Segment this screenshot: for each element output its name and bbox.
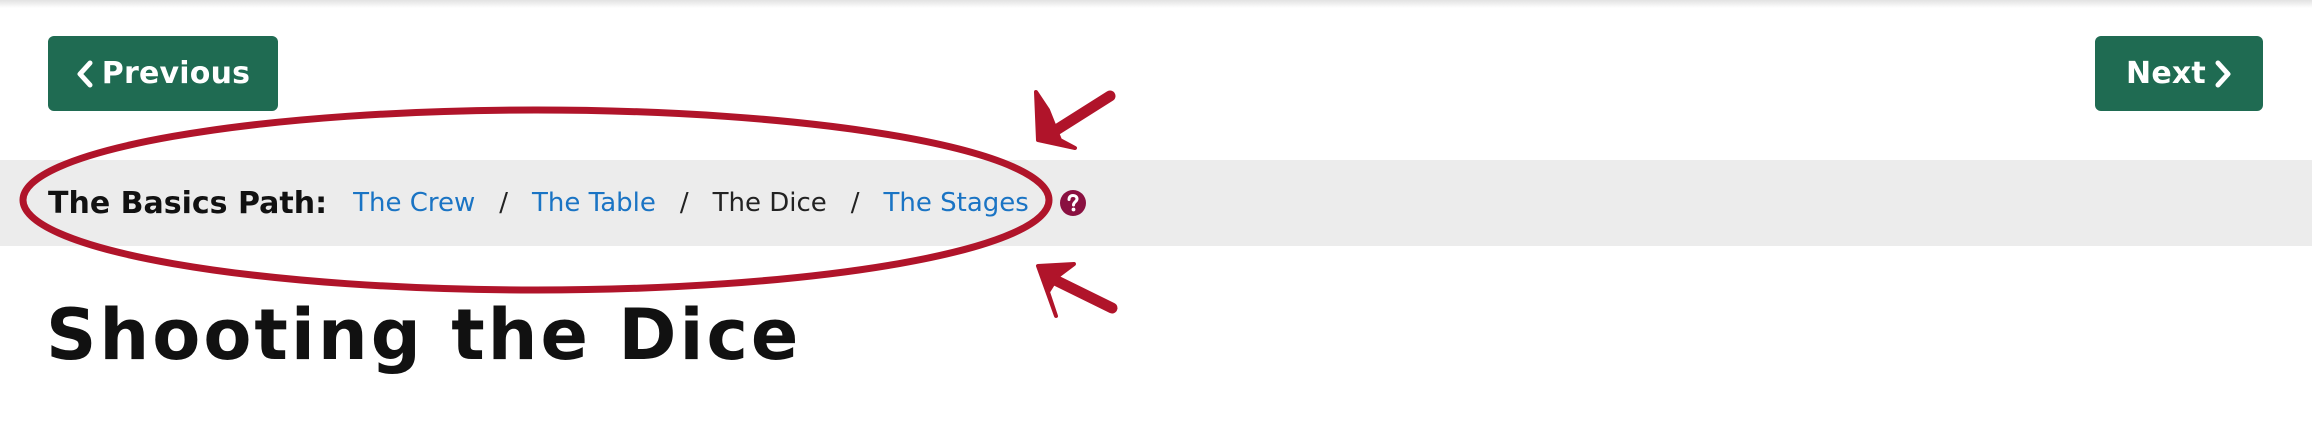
breadcrumb-link-the-crew[interactable]: The Crew [353,188,475,218]
top-shadow [0,0,2312,8]
arrow-lower-icon [1036,262,1118,318]
previous-button[interactable]: Previous [48,36,278,111]
chevron-left-icon [76,60,94,88]
arrow-upper-icon [1034,90,1116,150]
page-title: Shooting the Dice [46,294,802,376]
question-circle-icon[interactable] [1059,189,1087,217]
chevron-right-icon [2214,60,2232,88]
breadcrumb: The Basics Path: The Crew / The Table / … [48,160,1087,246]
breadcrumb-link-the-stages[interactable]: The Stages [884,188,1029,218]
breadcrumb-title: The Basics Path: [48,185,328,221]
breadcrumb-current-the-dice: The Dice [712,188,827,218]
previous-button-label: Previous [101,56,251,91]
next-button-label: Next [2126,56,2206,91]
breadcrumb-separator: / [679,188,689,218]
breadcrumb-link-the-table[interactable]: The Table [532,188,656,218]
breadcrumb-separator: / [499,188,508,218]
breadcrumb-separator: / [850,188,860,218]
next-button[interactable]: Next [2095,36,2263,111]
